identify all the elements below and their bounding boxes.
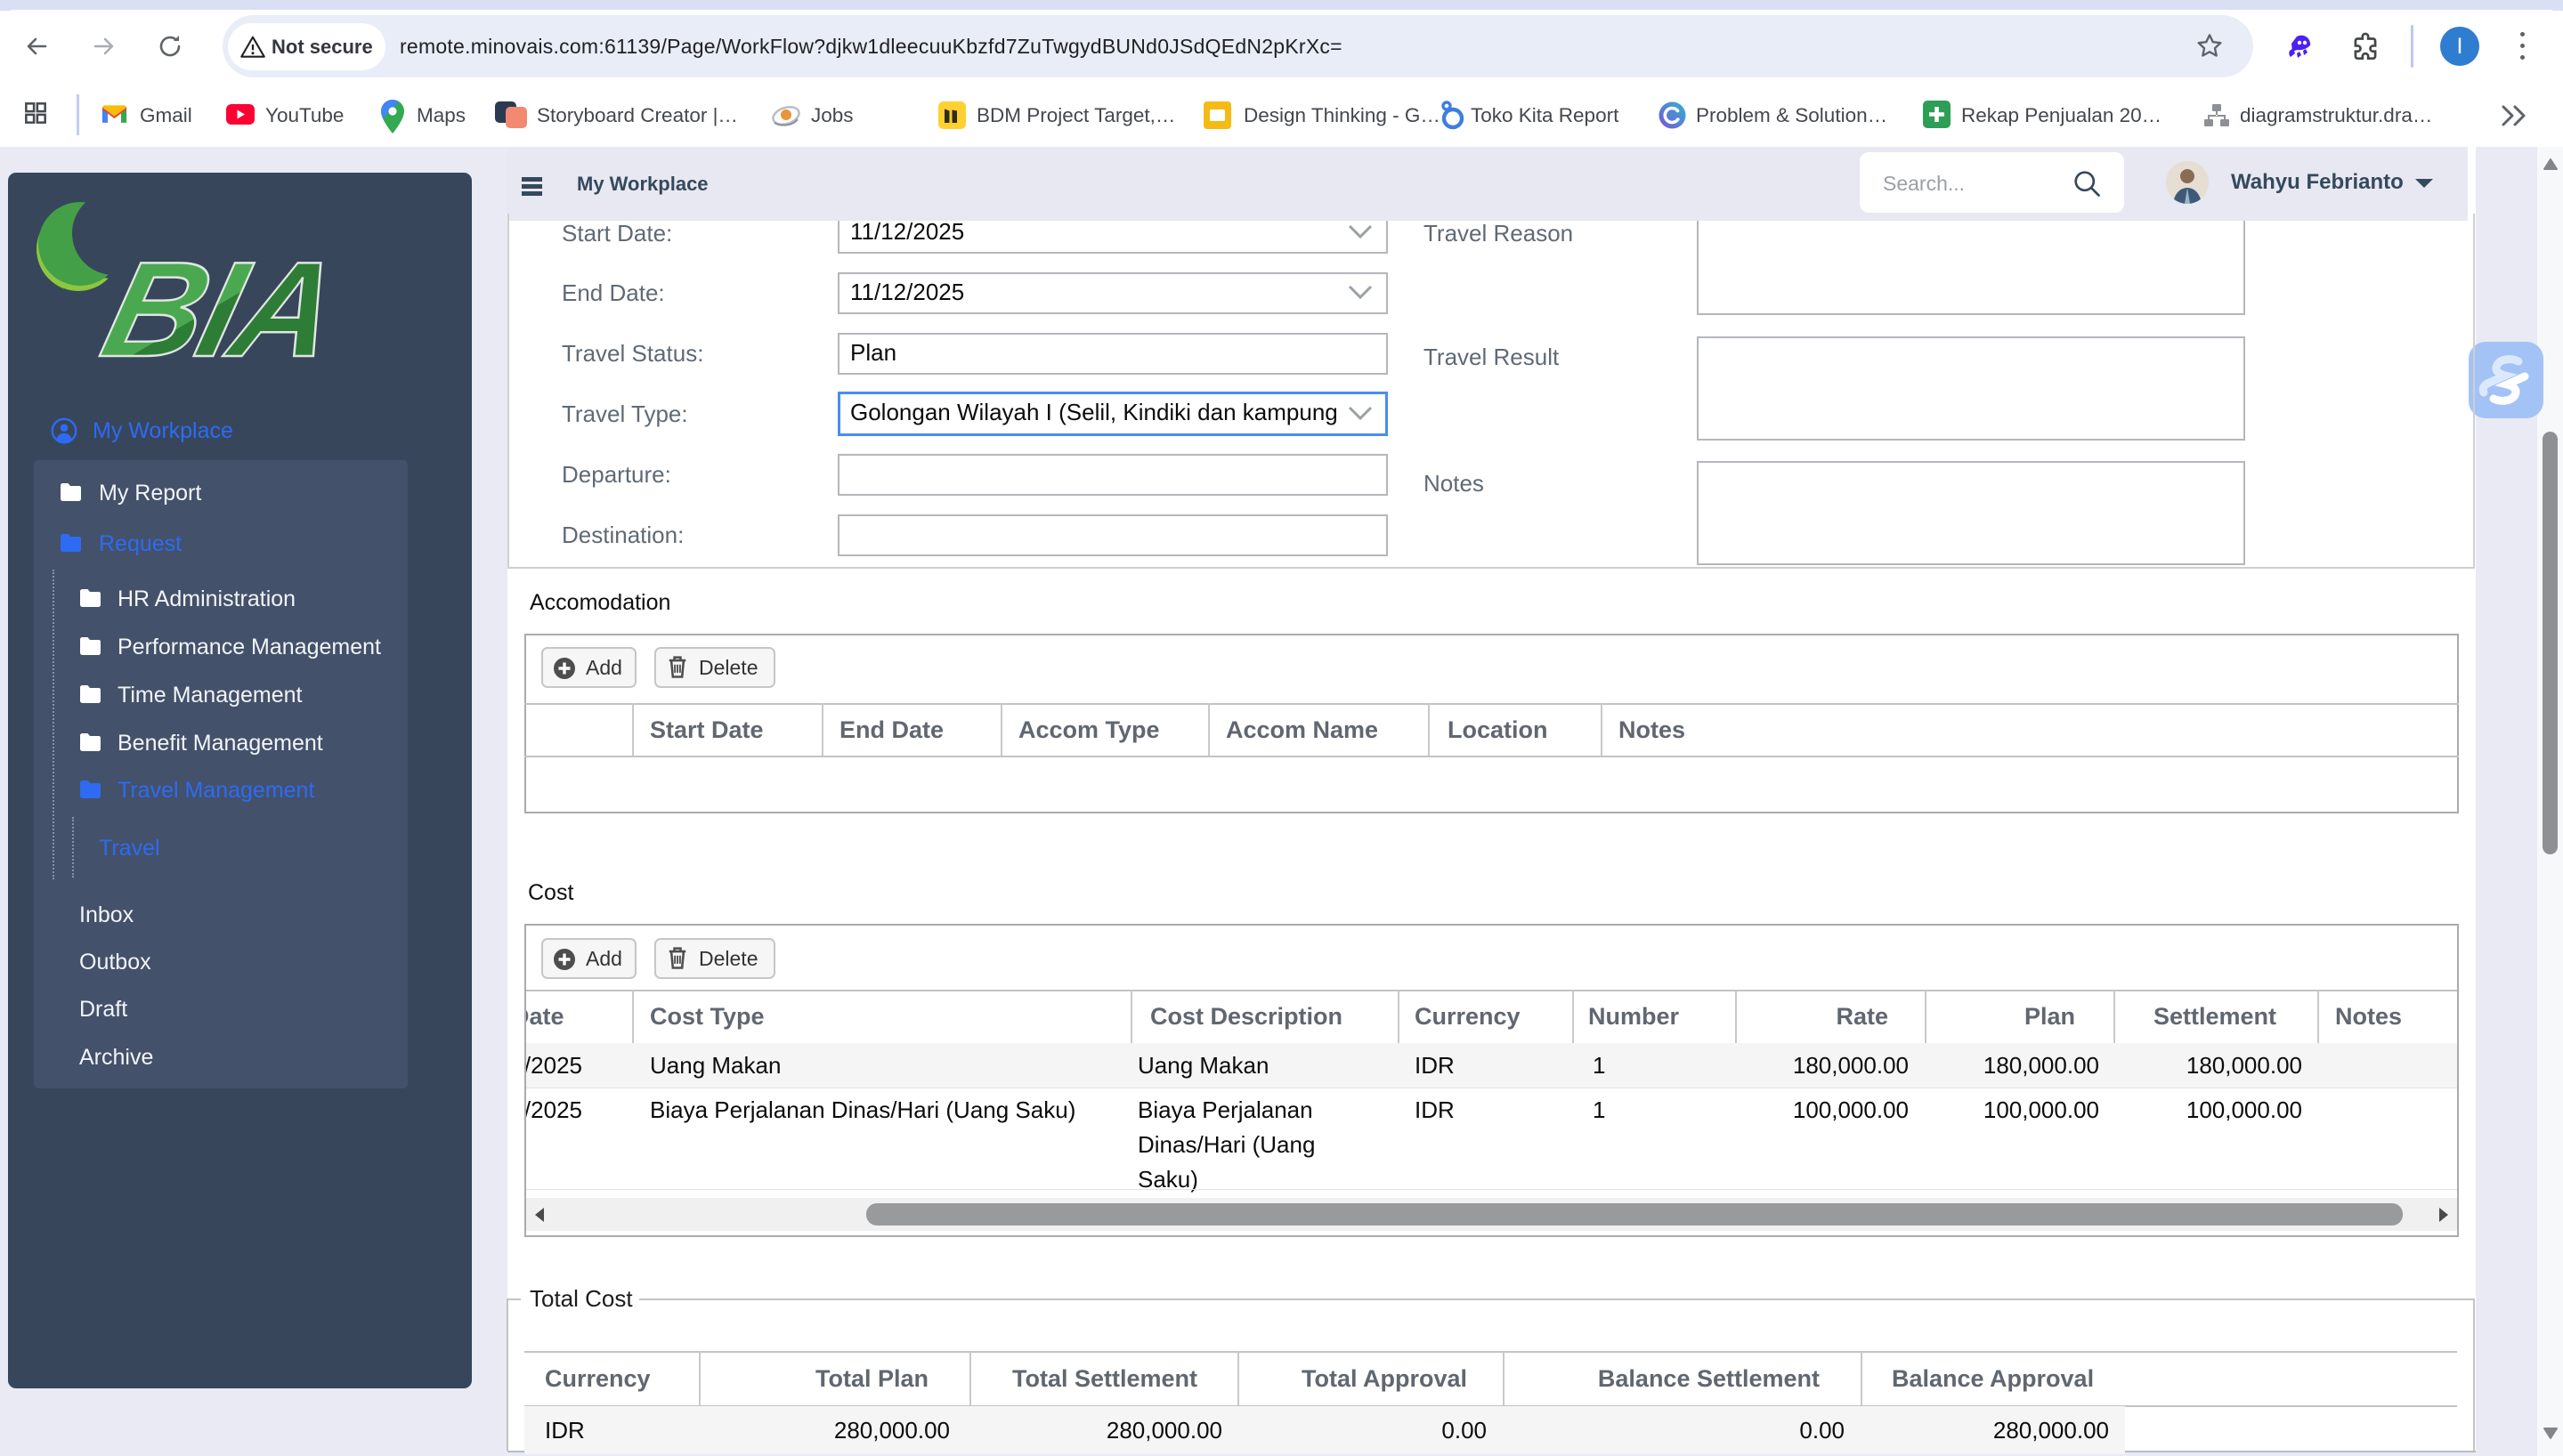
svg-text:BIA: BIA	[90, 233, 328, 371]
